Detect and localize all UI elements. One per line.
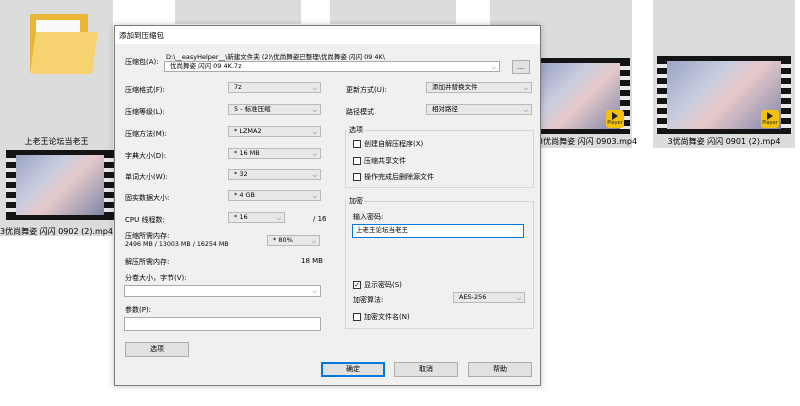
params-label: 参数(P): bbox=[125, 306, 152, 314]
options-group-title: 选项 bbox=[348, 125, 364, 135]
encryption-group-title: 加密 bbox=[348, 196, 364, 206]
encrypt-names-checkbox[interactable]: 加密文件名(N) bbox=[353, 312, 410, 322]
file-tile-video[interactable]: 3优尚舞姿 闪闪 0902 (2).mp4 bbox=[0, 148, 114, 236]
checkmark-icon: ✓ bbox=[353, 281, 361, 289]
checkbox-box bbox=[353, 140, 361, 148]
solid-label: 固实数据大小: bbox=[125, 194, 170, 202]
threads-select[interactable]: * 16 ⌵ bbox=[228, 212, 285, 223]
chevron-down-icon: ⌵ bbox=[312, 193, 317, 200]
archive-name-combo[interactable]: 优尚舞姿 闪闪 09 4K.7z ⌵ bbox=[164, 61, 500, 72]
file-label: 3优尚舞姿 闪闪 0901 (2).mp4 bbox=[667, 137, 781, 146]
mem-compress-detail: 2496 MB / 13003 MB / 16254 MB bbox=[125, 241, 229, 248]
split-label: 分卷大小，字节(V): bbox=[125, 274, 187, 282]
chevron-down-icon: ⌵ bbox=[312, 85, 317, 92]
chevron-down-icon: ⌵ bbox=[523, 107, 528, 114]
mem-decompress-value: 18 MB bbox=[301, 257, 323, 265]
file-tile-video[interactable]: Player 3优尚舞姿 闪闪 0901 (2).mp4 bbox=[653, 0, 795, 148]
browse-button[interactable]: ... bbox=[512, 60, 530, 74]
options-button[interactable]: 选项 bbox=[125, 342, 189, 357]
path-mode-select[interactable]: 相对路径 ⌵ bbox=[426, 104, 532, 115]
password-input[interactable]: 上老王论坛当老王 bbox=[352, 224, 524, 238]
shared-checkbox[interactable]: 压缩共享文件 bbox=[353, 156, 406, 166]
solid-select[interactable]: * 4 GB ⌵ bbox=[228, 190, 321, 201]
video-thumbnail: Player bbox=[540, 58, 630, 134]
checkbox-box bbox=[353, 157, 361, 165]
level-label: 压缩等级(L): bbox=[125, 108, 165, 116]
file-tile-blank[interactable] bbox=[175, 0, 301, 24]
sfx-checkbox[interactable]: 创建自解压程序(X) bbox=[353, 139, 423, 149]
chevron-down-icon: ⌵ bbox=[312, 129, 317, 136]
file-label: 3优尚舞姿 闪闪 0902 (2).mp4 bbox=[0, 227, 113, 236]
ok-button[interactable]: 确定 bbox=[321, 362, 385, 377]
file-label: 3优尚舞姿 闪闪 0903.mp4 bbox=[538, 137, 638, 146]
file-tile-folder[interactable]: 上老王论坛当老王 bbox=[0, 0, 113, 148]
player-badge-icon: Player bbox=[606, 110, 624, 128]
video-thumbnail bbox=[6, 150, 114, 220]
show-password-checkbox[interactable]: ✓ 显示密码(S) bbox=[353, 280, 402, 290]
update-label: 更新方式(U): bbox=[346, 86, 387, 94]
method-select[interactable]: * LZMA2 ⌵ bbox=[228, 126, 321, 137]
format-select[interactable]: 7z ⌵ bbox=[228, 82, 321, 93]
chevron-down-icon: ⌵ bbox=[312, 107, 317, 114]
level-select[interactable]: 5 - 标准压缩 ⌵ bbox=[228, 104, 321, 115]
file-label: 上老王论坛当老王 bbox=[24, 137, 89, 146]
help-button[interactable]: 帮助 bbox=[468, 362, 532, 377]
video-thumbnail: Player bbox=[657, 56, 791, 134]
player-badge-icon: Player bbox=[761, 110, 779, 128]
dict-select[interactable]: * 16 MB ⌵ bbox=[228, 148, 321, 159]
checkbox-box bbox=[353, 313, 361, 321]
chevron-down-icon: ⌵ bbox=[491, 64, 496, 71]
mem-decompress-label: 解压所需内存: bbox=[125, 258, 170, 266]
encryption-method-label: 加密算法: bbox=[353, 296, 384, 304]
path-mode-label: 路径模式 bbox=[346, 108, 374, 116]
password-label: 输入密码: bbox=[353, 213, 384, 221]
dict-label: 字典大小(D): bbox=[125, 152, 167, 160]
archive-name-value: 优尚舞姿 闪闪 09 4K.7z bbox=[170, 62, 242, 70]
threads-label: CPU 线程数: bbox=[125, 216, 165, 224]
format-label: 压缩格式(F): bbox=[125, 86, 165, 94]
word-select[interactable]: * 32 ⌵ bbox=[228, 169, 321, 180]
add-to-archive-dialog: 添加到压缩包 压缩包(A): D:\__easyHelper__\新建文件夹 (… bbox=[114, 25, 541, 386]
threads-max: / 16 bbox=[313, 215, 327, 223]
method-label: 压缩方法(M): bbox=[125, 130, 167, 138]
delete-checkbox[interactable]: 操作完成后删除源文件 bbox=[353, 172, 434, 182]
params-input[interactable] bbox=[124, 317, 321, 331]
mem-compress-select[interactable]: * 80% ⌵ bbox=[267, 235, 320, 246]
chevron-down-icon: ⌵ bbox=[516, 295, 521, 302]
dialog-titlebar[interactable]: 添加到压缩包 bbox=[115, 26, 540, 44]
mem-compress-label: 压缩所需内存: bbox=[125, 232, 170, 240]
checkbox-box bbox=[353, 173, 361, 181]
archive-path-text: D:\__easyHelper__\新建文件夹 (2)\优尚舞姿已整理\优尚舞姿… bbox=[166, 53, 385, 61]
archive-label: 压缩包(A): bbox=[125, 58, 159, 66]
chevron-down-icon: ⌵ bbox=[523, 85, 528, 92]
encryption-method-select[interactable]: AES-256 ⌵ bbox=[453, 292, 525, 303]
word-label: 单词大小(W): bbox=[125, 173, 168, 181]
file-tile-blank[interactable] bbox=[330, 0, 456, 24]
cancel-button[interactable]: 取消 bbox=[394, 362, 458, 377]
chevron-down-icon: ⌵ bbox=[312, 151, 317, 158]
chevron-down-icon: ⌵ bbox=[276, 215, 281, 222]
dialog-title: 添加到压缩包 bbox=[119, 31, 164, 40]
split-combo[interactable]: ⌵ bbox=[124, 285, 321, 297]
chevron-down-icon: ⌵ bbox=[311, 238, 316, 245]
update-select[interactable]: 添加并替换文件 ⌵ bbox=[426, 82, 532, 93]
chevron-down-icon: ⌵ bbox=[312, 172, 317, 179]
chevron-down-icon: ⌵ bbox=[312, 288, 317, 295]
